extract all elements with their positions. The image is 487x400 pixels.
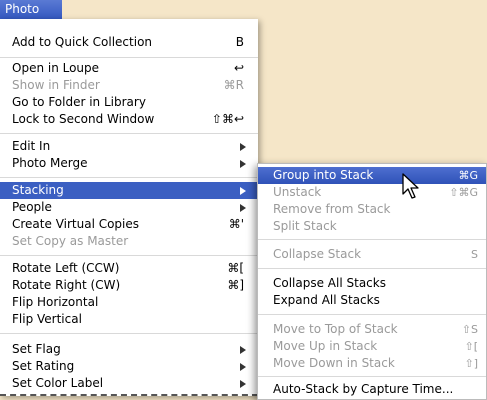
- menu-item-shortcut: B: [235, 35, 244, 49]
- submenu-item-expand-all-stacks[interactable]: Expand All Stacks: [258, 292, 486, 309]
- menu-item-shortcut: ⇧[: [464, 340, 478, 353]
- menu-item-label: Move Down in Stack: [273, 356, 395, 370]
- menu-item-shortcut: S: [471, 248, 478, 261]
- menu-item-set-rating[interactable]: Set Rating: [0, 358, 258, 375]
- submenu-item-remove-from-stack: Remove from Stack: [258, 201, 486, 218]
- menu-item-label: Open in Loupe: [12, 61, 100, 75]
- menu-item-shortcut: ⇧S: [461, 323, 478, 336]
- submenu-item-unstack: Unstack ⇧⌘G: [258, 184, 486, 201]
- menu-item-rotate-right[interactable]: Rotate Right (CW) ⌘]: [0, 277, 258, 294]
- submenu-arrow-icon: [240, 187, 246, 195]
- submenu-item-collapse-stack: Collapse Stack S: [258, 246, 486, 263]
- menu-item-label: Set Color Label: [12, 376, 104, 390]
- menu-item-rotate-left[interactable]: Rotate Left (CCW) ⌘[: [0, 260, 258, 277]
- menu-separator: [0, 177, 258, 178]
- menu-item-photo-merge[interactable]: Photo Merge: [0, 155, 258, 172]
- menu-item-set-color-label[interactable]: Set Color Label: [0, 375, 258, 392]
- menu-item-label: Split Stack: [273, 219, 337, 233]
- submenu-item-move-down-in-stack: Move Down in Stack ⇧]: [258, 355, 486, 372]
- menu-item-add-to-quick-collection[interactable]: Add to Quick Collection B: [0, 34, 258, 51]
- menu-separator: [0, 333, 258, 334]
- menu-item-shortcut: ⌘]: [227, 278, 244, 292]
- menu-item-label: Move to Top of Stack: [273, 322, 398, 336]
- submenu-item-split-stack: Split Stack: [258, 218, 486, 235]
- menu-item-go-to-folder-in-library[interactable]: Go to Folder in Library: [0, 94, 258, 111]
- menu-item-set-flag[interactable]: Set Flag: [0, 341, 258, 358]
- menu-separator: [258, 239, 486, 240]
- menu-separator: [258, 314, 486, 315]
- stacking-submenu: Group into Stack ⌘G Unstack ⇧⌘G Remove f…: [257, 163, 487, 400]
- menu-item-label: Move Up in Stack: [273, 339, 378, 353]
- submenu-arrow-icon: [240, 346, 246, 354]
- menu-item-flip-horizontal[interactable]: Flip Horizontal: [0, 294, 258, 311]
- menu-item-shortcut: ⌘': [228, 217, 244, 231]
- mouse-pointer-icon: [402, 173, 419, 199]
- menu-separator: [258, 268, 486, 269]
- menu-separator: [0, 57, 258, 58]
- menu-item-edit-in[interactable]: Edit In: [0, 138, 258, 155]
- submenu-arrow-icon: [240, 363, 246, 371]
- menu-item-label: Auto-Stack by Capture Time...: [273, 382, 454, 396]
- menu-item-label: Add to Quick Collection: [12, 35, 153, 49]
- menu-item-label: Edit In: [12, 139, 51, 153]
- submenu-arrow-icon: [240, 380, 246, 388]
- menu-item-shortcut: ⌘[: [227, 261, 244, 275]
- menu-item-label: Group into Stack: [273, 168, 374, 182]
- photo-menu: Add to Quick Collection B Open in Loupe …: [0, 19, 258, 396]
- menu-item-people[interactable]: People: [0, 199, 258, 216]
- menu-item-open-in-loupe[interactable]: Open in Loupe ↩: [0, 60, 258, 77]
- menu-item-label: Flip Horizontal: [12, 295, 99, 309]
- menu-item-label: Set Rating: [12, 359, 75, 373]
- menu-item-label: Create Virtual Copies: [12, 217, 140, 231]
- menu-separator: [258, 376, 486, 377]
- menu-item-create-virtual-copies[interactable]: Create Virtual Copies ⌘': [0, 216, 258, 233]
- menu-item-label: Flip Vertical: [12, 312, 82, 326]
- menu-item-label: Collapse All Stacks: [273, 276, 386, 290]
- menu-item-label: People: [12, 200, 52, 214]
- menu-item-shortcut: ⇧]: [464, 357, 478, 370]
- submenu-arrow-icon: [240, 143, 246, 151]
- menu-item-label: Go to Folder in Library: [12, 95, 146, 109]
- menu-item-shortcut: ↩: [233, 61, 244, 75]
- submenu-item-collapse-all-stacks[interactable]: Collapse All Stacks: [258, 275, 486, 292]
- submenu-item-move-to-top-of-stack: Move to Top of Stack ⇧S: [258, 321, 486, 338]
- menu-item-label: Show in Finder: [12, 78, 100, 92]
- menu-item-label: Photo Merge: [12, 156, 88, 170]
- menu-item-show-in-finder: Show in Finder ⌘R: [0, 77, 258, 94]
- submenu-item-group-into-stack[interactable]: Group into Stack ⌘G: [258, 167, 486, 184]
- menu-item-label: Rotate Right (CW): [12, 278, 121, 292]
- submenu-item-move-up-in-stack: Move Up in Stack ⇧[: [258, 338, 486, 355]
- menu-item-label: Stacking: [12, 183, 64, 197]
- menu-item-label: Expand All Stacks: [273, 293, 380, 307]
- menu-item-flip-vertical[interactable]: Flip Vertical: [0, 311, 258, 328]
- menu-item-label: Collapse Stack: [273, 247, 362, 261]
- submenu-item-auto-stack-by-capture-time[interactable]: Auto-Stack by Capture Time...: [258, 381, 486, 398]
- menu-item-shortcut: ⌘R: [223, 78, 244, 92]
- menu-separator: [0, 255, 258, 256]
- menu-title-photo[interactable]: Photo: [0, 0, 62, 19]
- menu-item-label: Unstack: [273, 185, 322, 199]
- menu-item-label: Set Flag: [12, 342, 61, 356]
- menu-item-label: Remove from Stack: [273, 202, 391, 216]
- submenu-arrow-icon: [240, 160, 246, 168]
- menu-item-label: Rotate Left (CCW): [12, 261, 120, 275]
- menu-item-shortcut: ⇧⌘↩: [211, 112, 244, 126]
- menu-item-shortcut: ⇧⌘G: [449, 186, 478, 199]
- submenu-arrow-icon: [240, 204, 246, 212]
- menu-item-set-copy-as-master: Set Copy as Master: [0, 233, 258, 250]
- menu-item-label: Lock to Second Window: [12, 112, 155, 126]
- menu-item-label: Set Copy as Master: [12, 234, 129, 248]
- menu-item-lock-to-second-window[interactable]: Lock to Second Window ⇧⌘↩: [0, 111, 258, 128]
- menu-separator: [0, 133, 258, 134]
- menu-item-shortcut: ⌘G: [458, 169, 478, 182]
- menu-item-stacking[interactable]: Stacking: [0, 182, 258, 199]
